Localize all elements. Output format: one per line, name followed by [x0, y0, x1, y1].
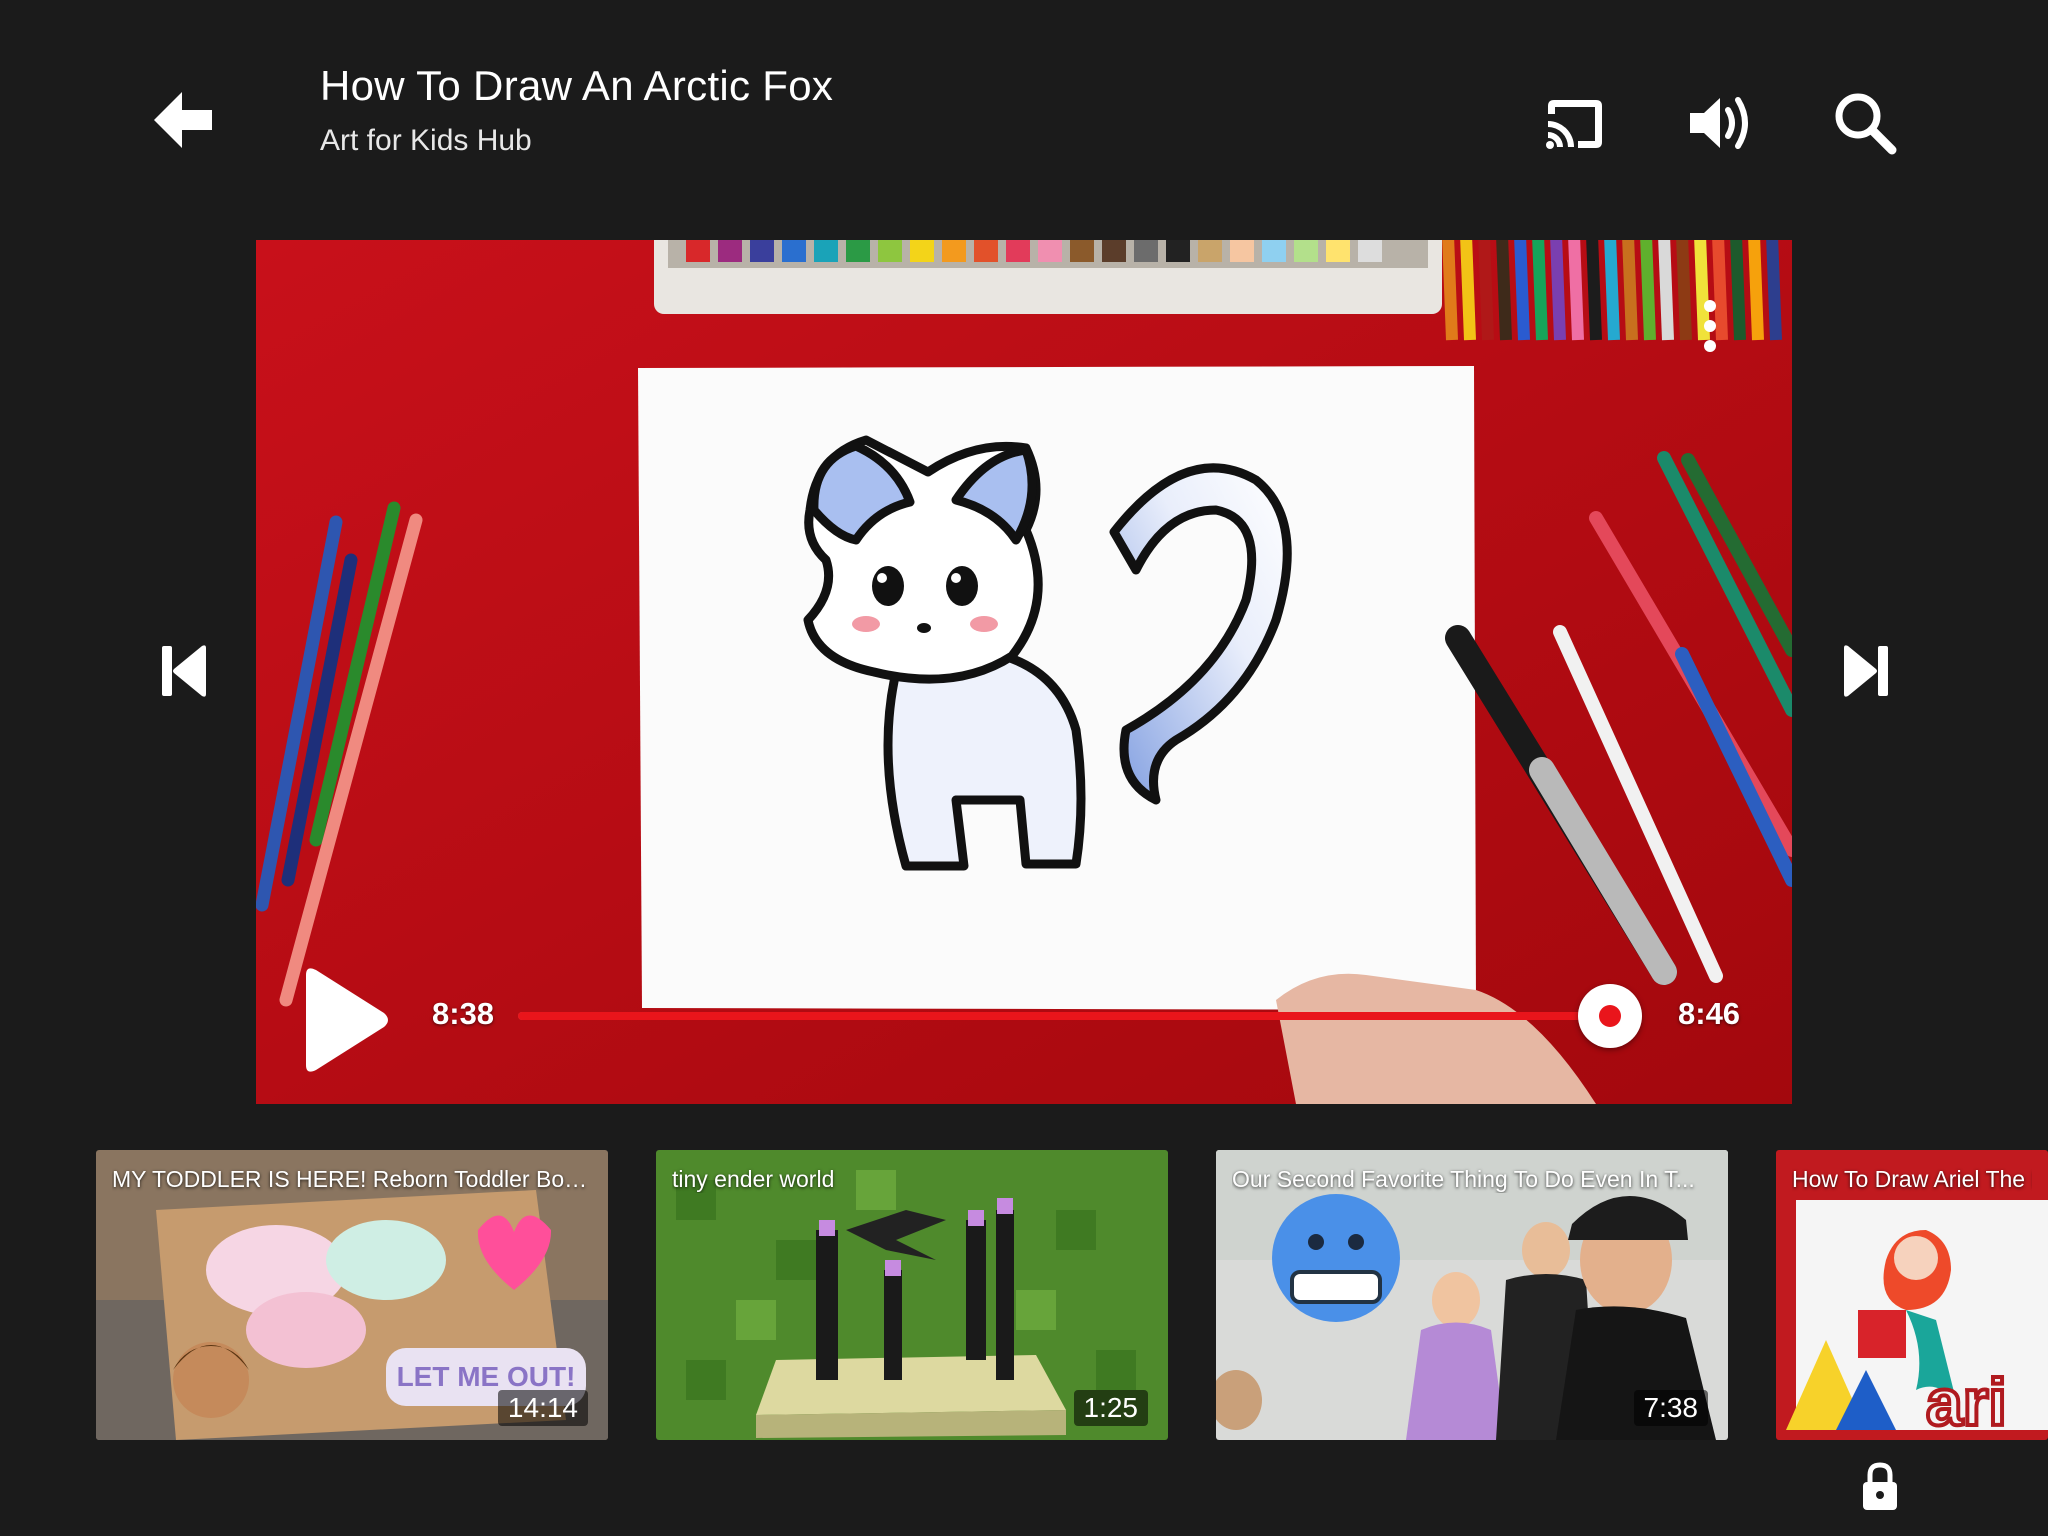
current-time: 8:38: [432, 996, 495, 1031]
seek-handle[interactable]: [1578, 984, 1643, 1048]
play-button[interactable]: [300, 965, 390, 1075]
next-video-button[interactable]: [1840, 642, 1892, 700]
cast-button[interactable]: [1540, 88, 1610, 158]
recommended-video-card[interactable]: LET ME OUT! MY TODDLER IS HERE! Reborn T…: [96, 1150, 608, 1440]
recommended-video-card[interactable]: ari How To Draw Ariel The L: [1776, 1150, 2048, 1440]
recommended-video-title: tiny ender world: [672, 1166, 835, 1192]
search-button[interactable]: [1830, 88, 1900, 158]
seek-bar[interactable]: [518, 984, 1643, 1048]
video-frame-image: [256, 240, 1792, 1104]
total-time: 8:46: [1678, 996, 1741, 1031]
vertical-dots-icon: [1704, 300, 1716, 352]
recommended-video-title: Our Second Favorite Thing To Do Even In …: [1232, 1166, 1695, 1192]
volume-button[interactable]: [1684, 88, 1754, 158]
search-icon: [1835, 93, 1897, 155]
video-title: How To Draw An Arctic Fox: [320, 62, 834, 109]
youtube-kids-player-screen: How To Draw An Arctic Fox Art for Kids H…: [0, 0, 2048, 1536]
svg-text:ari: ari: [1926, 1365, 2007, 1439]
lock-icon[interactable]: [1860, 1462, 1900, 1512]
arrow-left-icon: [154, 92, 212, 148]
recommended-video-card[interactable]: Our Second Favorite Thing To Do Even In …: [1216, 1150, 1728, 1440]
recommended-video-title: MY TODDLER IS HERE! Reborn Toddler Box..…: [112, 1166, 592, 1192]
top-bar: How To Draw An Arctic Fox Art for Kids H…: [0, 0, 2048, 230]
skip-next-icon: [1844, 645, 1888, 697]
recommended-video-title: How To Draw Ariel The L: [1792, 1166, 2032, 1192]
progress-fill: [518, 1012, 1611, 1020]
recommended-video-card[interactable]: tiny ender world 1:25: [656, 1150, 1168, 1440]
play-icon: [306, 968, 388, 1072]
back-button[interactable]: [148, 88, 220, 152]
recommended-video-duration: 1:25: [1073, 1390, 1148, 1426]
video-player[interactable]: 8:38 8:46: [256, 240, 1792, 1104]
channel-name: Art for Kids Hub: [320, 124, 532, 157]
recommended-video-duration: 14:14: [497, 1390, 588, 1426]
cast-icon: [1546, 100, 1602, 149]
volume-icon: [1690, 97, 1748, 149]
previous-video-button[interactable]: [158, 642, 210, 700]
recommended-video-duration: 7:38: [1633, 1390, 1708, 1426]
skip-previous-icon: [162, 645, 206, 697]
video-thumbnail: ari: [1776, 1150, 2048, 1440]
more-options-button[interactable]: [1692, 296, 1728, 356]
recommended-videos: LET ME OUT! MY TODDLER IS HERE! Reborn T…: [0, 1150, 2048, 1450]
svg-text:LET ME OUT!: LET ME OUT!: [397, 1361, 576, 1392]
